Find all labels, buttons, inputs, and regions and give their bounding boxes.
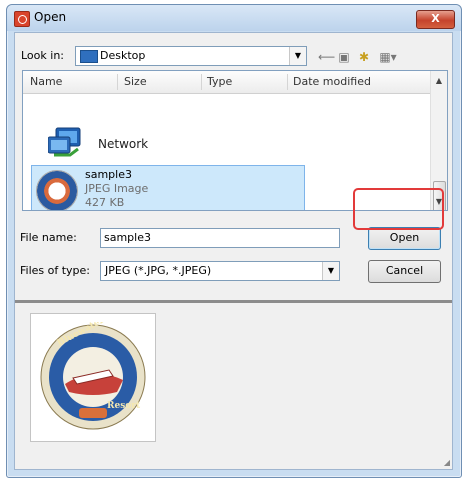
col-divider (117, 74, 118, 90)
open-button[interactable]: Open (368, 227, 441, 250)
file-name-input[interactable] (100, 228, 340, 248)
files-of-type-label: Files of type: (20, 264, 91, 277)
divider (15, 300, 452, 303)
col-type[interactable]: Type (207, 75, 232, 88)
list-header: Name Size Type Date modified (23, 71, 431, 94)
back-arrow-icon[interactable]: ⟵ (318, 50, 335, 64)
close-button[interactable]: X (416, 10, 455, 29)
resort-logo-image: Bluewater Marine Resort (40, 322, 146, 430)
file-name-field[interactable] (101, 229, 339, 245)
resize-grip-icon[interactable]: ◢ (444, 458, 450, 467)
chevron-down-icon[interactable]: ▼ (322, 262, 339, 280)
new-folder-icon[interactable]: ✱ (357, 50, 371, 64)
network-icon (48, 127, 81, 157)
image-preview: Bluewater Marine Resort (30, 313, 156, 442)
look-in-label: Look in: (21, 49, 64, 62)
col-divider (201, 74, 202, 90)
chevron-down-icon[interactable]: ▼ (289, 47, 306, 65)
file-name-label: File name: (20, 231, 77, 244)
svg-text:Resort: Resort (107, 401, 141, 411)
cancel-button[interactable]: Cancel (368, 260, 441, 283)
look-in-value: Desktop (100, 49, 146, 62)
col-divider (287, 74, 288, 90)
col-date-modified[interactable]: Date modified (293, 75, 371, 88)
file-type-text: JPEG Image (85, 182, 149, 195)
view-menu-icon[interactable]: ▦▾ (377, 50, 399, 64)
scroll-up-icon[interactable]: ▲ (431, 73, 447, 89)
col-size[interactable]: Size (124, 75, 147, 88)
desktop-icon (80, 50, 98, 63)
files-of-type-select[interactable]: JPEG (*.JPG, *.JPEG) ▼ (100, 261, 340, 281)
list-item-sample3[interactable]: sample3 JPEG Image 427 KB (31, 165, 305, 210)
file-size-text: 427 KB (85, 196, 125, 209)
look-in-select[interactable]: Desktop ▼ (75, 46, 307, 66)
file-name-text: sample3 (85, 168, 132, 181)
files-of-type-value: JPEG (*.JPG, *.JPEG) (105, 264, 212, 277)
col-name[interactable]: Name (30, 75, 62, 88)
dialog-title: Open (34, 10, 67, 24)
dialog-client: Look in: Desktop ▼ ⟵ ▣ ✱ ▦▾ Name Size Ty… (14, 32, 453, 470)
app-icon (14, 11, 30, 27)
open-button-highlight (353, 188, 444, 230)
title-bar[interactable]: Open X (7, 5, 461, 31)
image-thumbnail (36, 170, 78, 210)
up-folder-icon[interactable]: ▣ (337, 50, 351, 64)
list-item-label: Network (98, 137, 149, 151)
